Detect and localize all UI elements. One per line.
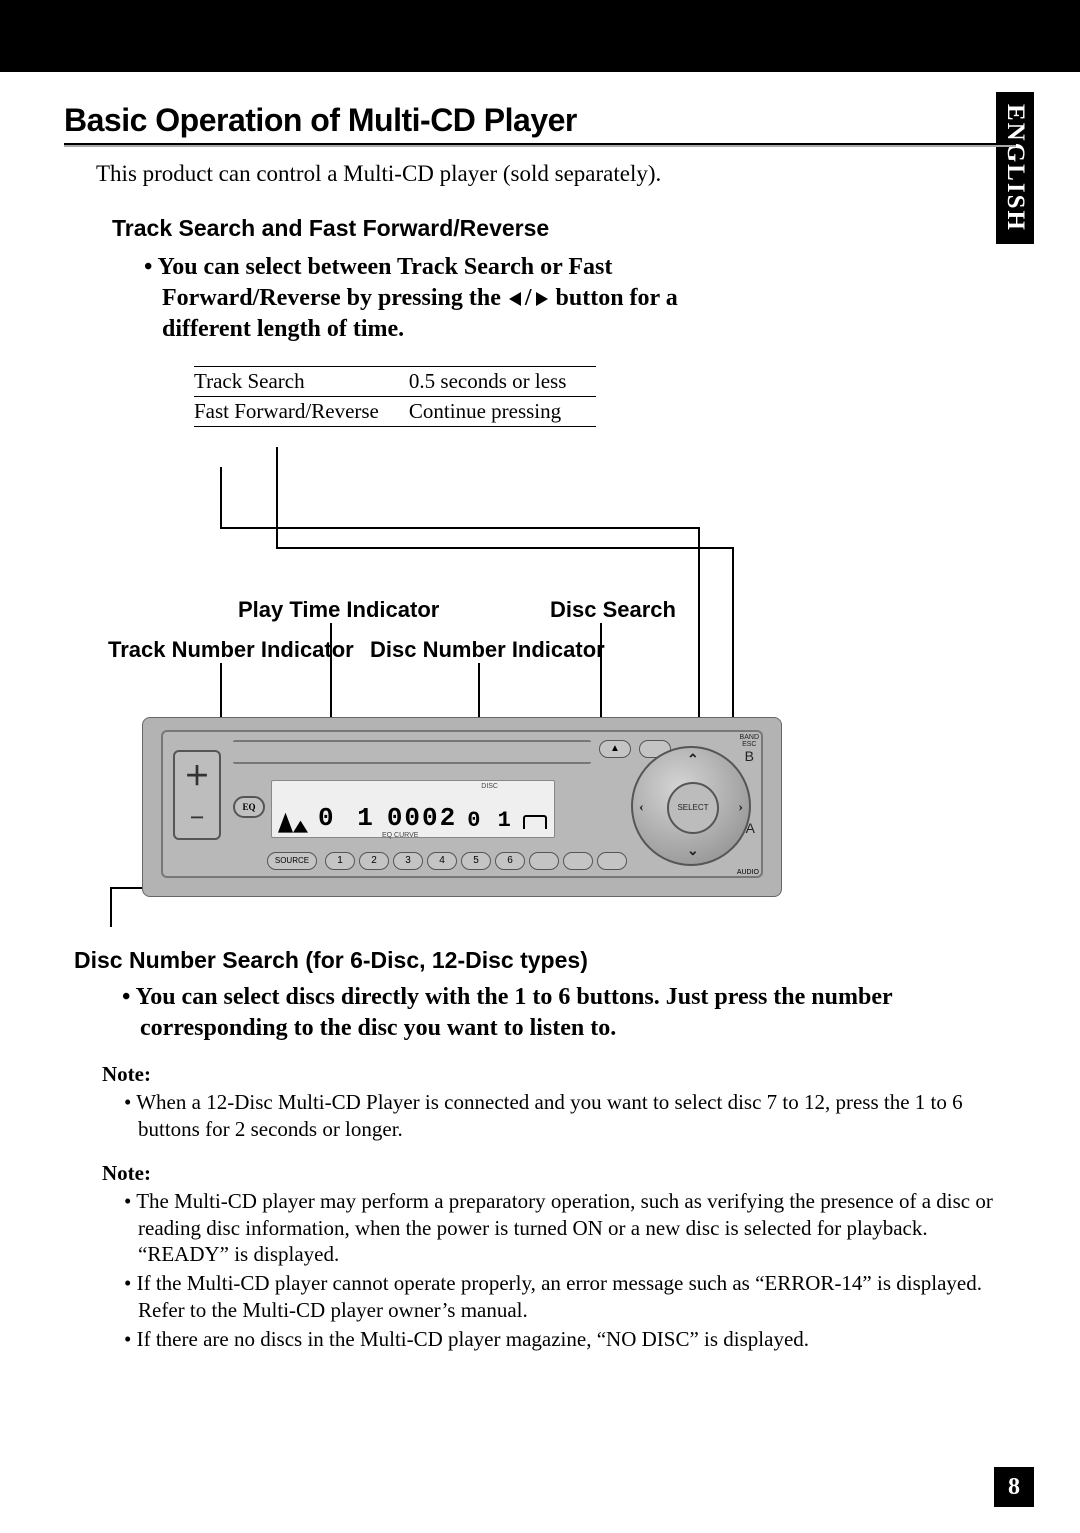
callout-track-number: Track Number Indicator <box>108 637 354 663</box>
intro-text: This product can control a Multi-CD play… <box>96 161 1016 187</box>
preset-3-button[interactable]: 3 <box>393 852 423 870</box>
preset-6-button[interactable]: 6 <box>495 852 525 870</box>
cell-label: Track Search <box>194 366 409 396</box>
leader-line <box>220 527 700 529</box>
device-inner: ＋ − EQ EQ CURVE DISC 0 1 0002 0 1 ▲ SE <box>161 730 763 878</box>
chevron-right-icon: › <box>738 800 743 816</box>
note-item: If there are no discs in the Multi-CD pl… <box>124 1326 1014 1353</box>
preset-5-button[interactable]: 5 <box>461 852 491 870</box>
source-button[interactable]: SOURCE <box>267 852 317 870</box>
note-item: When a 12-Disc Multi-CD Player is connec… <box>124 1089 1014 1143</box>
leader-line <box>276 547 734 549</box>
eq-button[interactable]: EQ <box>233 796 265 818</box>
eject-button[interactable]: ▲ <box>599 740 631 758</box>
page-number: 8 <box>994 1467 1034 1507</box>
section1-bullet: • You can select between Track Search or… <box>144 252 744 346</box>
table-row: Track Search 0.5 seconds or less <box>194 366 596 396</box>
chevron-left-icon: ‹ <box>639 800 644 816</box>
volume-plus-icon: ＋ <box>184 756 210 793</box>
section2-bullet-text: You can select discs directly with the 1… <box>136 984 893 1041</box>
aux-oval-1[interactable] <box>529 852 559 870</box>
callout-disc-number: Disc Number Indicator <box>370 637 605 663</box>
cell-value: Continue pressing <box>409 396 596 426</box>
volume-minus-icon: − <box>190 803 205 833</box>
cell-label: Fast Forward/Reverse <box>194 396 409 426</box>
note-item: The Multi-CD player may perform a prepar… <box>124 1188 1014 1269</box>
leader-line <box>110 887 112 927</box>
display-play-time: 0002 <box>387 803 457 833</box>
audio-label: AUDIO <box>737 869 759 876</box>
cell-value: 0.5 seconds or less <box>409 366 596 396</box>
device-diagram: Play Time Indicator Disc Search Track Nu… <box>90 447 990 927</box>
section-track-search-heading: Track Search and Fast Forward/Reverse <box>112 215 1016 242</box>
eq-curve-label: EQ CURVE <box>382 832 418 839</box>
callout-disc-search: Disc Search <box>550 597 676 623</box>
antenna-icon <box>523 815 547 829</box>
aux-oval-3[interactable] <box>597 852 627 870</box>
aux-oval-2[interactable] <box>563 852 593 870</box>
note-heading-2: Note: <box>102 1161 1016 1186</box>
top-black-bar <box>0 0 1080 72</box>
timing-table: Track Search 0.5 seconds or less Fast Fo… <box>194 366 596 427</box>
signal-icon <box>278 813 308 833</box>
band-esc-label: BAND ESCB <box>740 734 759 765</box>
note-list-2: The Multi-CD player may perform a prepar… <box>124 1188 1014 1353</box>
callout-play-time: Play Time Indicator <box>238 597 439 623</box>
volume-rocker[interactable]: ＋ − <box>173 750 221 840</box>
display-track-number: 0 1 <box>318 803 377 833</box>
page-title: Basic Operation of Multi-CD Player <box>64 102 1016 139</box>
preset-4-button[interactable]: 4 <box>427 852 457 870</box>
display-disc-number: 0 1 <box>467 808 513 833</box>
eject-icon: ▲ <box>610 743 620 754</box>
preset-number-row: 1 2 3 4 5 6 <box>325 852 627 870</box>
preset-2-button[interactable]: 2 <box>359 852 389 870</box>
left-right-icon: / <box>507 285 550 311</box>
preset-1-button[interactable]: 1 <box>325 852 355 870</box>
leader-line <box>220 467 222 527</box>
section2-bullet: • You can select discs directly with the… <box>122 982 992 1044</box>
leader-line <box>276 447 278 547</box>
chevron-down-icon: ⌄ <box>687 843 699 860</box>
lcd-display: EQ CURVE DISC 0 1 0002 0 1 <box>271 780 555 838</box>
section-disc-number-heading: Disc Number Search (for 6-Disc, 12-Disc … <box>74 947 1016 974</box>
note-heading-1: Note: <box>102 1062 1016 1087</box>
a-glyph: A <box>746 820 755 836</box>
chevron-up-icon: ⌃ <box>687 752 699 769</box>
select-button[interactable]: SELECT <box>667 782 719 834</box>
note-list-1: When a 12-Disc Multi-CD Player is connec… <box>124 1089 1014 1143</box>
note-item: If the Multi-CD player cannot operate pr… <box>124 1270 1014 1324</box>
cd-slot <box>233 740 591 764</box>
rotary-dial[interactable]: SELECT ⌃ ⌄ ‹ › <box>631 746 751 866</box>
table-row: Fast Forward/Reverse Continue pressing <box>194 396 596 426</box>
disc-label: DISC <box>481 783 498 790</box>
car-stereo-faceplate: ＋ − EQ EQ CURVE DISC 0 1 0002 0 1 ▲ SE <box>142 717 782 897</box>
title-rule <box>64 143 1016 147</box>
